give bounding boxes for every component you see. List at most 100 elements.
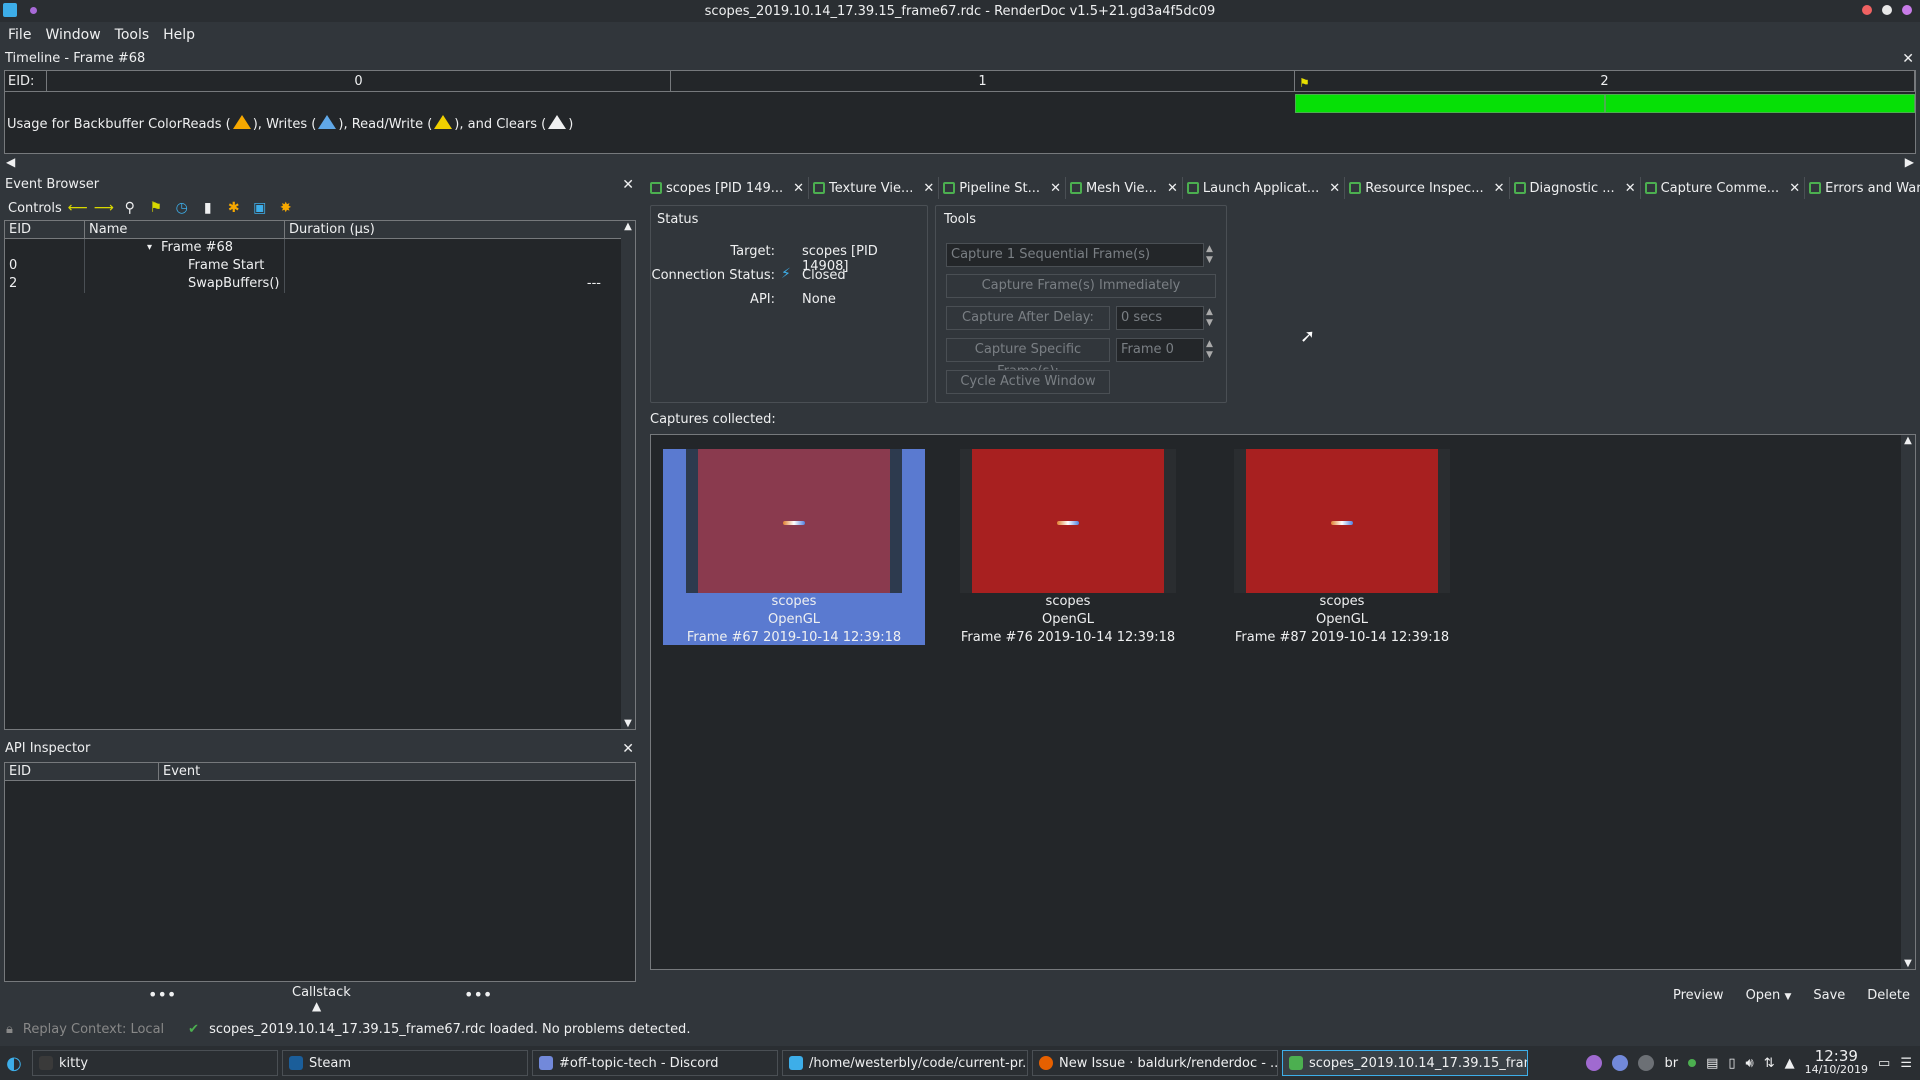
delay-field[interactable]: 0 secs <box>1116 306 1204 330</box>
app-launcher-icon[interactable]: ◐ <box>0 1049 28 1077</box>
event-tree-scrollbar[interactable]: ▲ ▼ <box>621 221 635 729</box>
capture-thumbnail[interactable]: scopes OpenGL Frame #76 2019-10-14 12:39… <box>937 449 1199 645</box>
tray-app-icon[interactable] <box>1586 1055 1603 1071</box>
event-row[interactable]: 0 Frame Start <box>5 257 635 275</box>
readwrite-triangle-icon <box>434 115 453 129</box>
bookmark-flag-icon[interactable]: ⚑ <box>146 199 166 217</box>
splitter-handle-icon[interactable]: ••• <box>148 985 176 1004</box>
tab-capture-connection[interactable]: scopes [PID 149... ✕ <box>646 177 810 199</box>
tab-errors-warnings[interactable]: Errors and Warni...✕ <box>1805 177 1920 199</box>
column-event[interactable]: Event <box>159 763 635 780</box>
tray-network-icon[interactable]: ⇅ <box>1764 1056 1775 1071</box>
task-renderdoc[interactable]: scopes_2019.10.14_17.39.15_fram... <box>1282 1050 1528 1076</box>
preview-button[interactable]: Preview <box>1673 985 1724 1007</box>
save-button[interactable]: Save <box>1813 985 1845 1007</box>
tray-status-icon[interactable] <box>1688 1059 1697 1067</box>
tab-close-icon[interactable]: ✕ <box>793 181 804 196</box>
capture-thumbnail[interactable]: scopes OpenGL Frame #87 2019-10-14 12:39… <box>1211 449 1473 645</box>
open-button[interactable]: Open ▼ <box>1746 985 1792 1007</box>
close-window-button[interactable] <box>1902 5 1912 15</box>
event-browser-dock-title: Event Browser ✕ <box>0 176 640 194</box>
tab-close-icon[interactable]: ✕ <box>1789 181 1800 196</box>
show-desktop-icon[interactable]: ▭ <box>1878 1056 1890 1071</box>
tab-close-icon[interactable]: ✕ <box>923 181 934 196</box>
timeline-close-icon[interactable]: ✕ <box>1902 50 1914 68</box>
event-row[interactable]: 2 SwapBuffers() --- <box>5 275 635 293</box>
event-row[interactable]: ▾ Frame #68 <box>5 239 635 257</box>
clock[interactable]: 12:39 14/10/2019 <box>1805 1049 1868 1077</box>
task-firefox[interactable]: New Issue · baldurk/renderdoc - ... <box>1032 1050 1278 1076</box>
column-eid[interactable]: EID <box>5 221 85 238</box>
tab-mesh-viewer[interactable]: Mesh Vie... ✕ <box>1066 177 1183 199</box>
arrow-right-icon[interactable]: ⟶ <box>94 199 114 217</box>
task-discord[interactable]: #off-topic-tech - Discord <box>532 1050 778 1076</box>
event-browser-close-icon[interactable]: ✕ <box>622 176 634 194</box>
asterisk-icon[interactable]: ✱ <box>224 199 244 217</box>
captures-scrollbar[interactable]: ▲ ▼ <box>1901 435 1915 969</box>
settings-icon[interactable]: ✸ <box>276 199 296 217</box>
column-duration[interactable]: Duration (µs) <box>285 221 621 238</box>
frame-stepper[interactable]: ▲ ▼ <box>1206 339 1213 361</box>
column-name[interactable]: Name <box>85 221 285 238</box>
tray-volume-icon[interactable]: 🔊︎ <box>1746 1056 1754 1071</box>
tab-close-icon[interactable]: ✕ <box>1625 181 1636 196</box>
dropdown-arrow-icon[interactable]: ▼ <box>1784 992 1791 1002</box>
scroll-right-icon[interactable]: ▶ <box>1905 155 1914 169</box>
timeline-hscrollbar[interactable]: ◀ ▶ <box>4 155 1916 169</box>
delay-stepper[interactable]: ▲ ▼ <box>1206 307 1213 329</box>
timer-icon[interactable]: ◷ <box>172 199 192 217</box>
task-steam[interactable]: Steam <box>282 1050 528 1076</box>
capture-specific-frames-button[interactable]: Capture Specific Frame(s): <box>946 338 1110 379</box>
column-eid[interactable]: EID <box>5 763 159 780</box>
tray-devices-icon[interactable]: ▯ <box>1728 1056 1735 1071</box>
arrow-left-icon[interactable]: ⟵ <box>68 199 88 217</box>
maximize-button[interactable] <box>1882 5 1892 15</box>
capture-after-delay-button[interactable]: Capture After Delay: <box>946 306 1110 330</box>
api-inspector-close-icon[interactable]: ✕ <box>622 740 634 758</box>
sequential-stepper[interactable]: ▲ ▼ <box>1206 244 1213 266</box>
pin-icon[interactable] <box>30 7 37 14</box>
stats-icon[interactable]: ▮ <box>198 199 218 217</box>
capture-immediately-button[interactable]: Capture Frame(s) Immediately <box>946 274 1216 298</box>
tab-close-icon[interactable]: ✕ <box>1050 181 1061 196</box>
task-kitty[interactable]: kitty <box>32 1050 278 1076</box>
callstack-label[interactable]: Callstack <box>292 985 351 1000</box>
tab-resource-inspector[interactable]: Resource Inspec... ✕ <box>1345 177 1510 199</box>
scroll-left-icon[interactable]: ◀ <box>6 155 15 169</box>
tab-close-icon[interactable]: ✕ <box>1167 181 1178 196</box>
timeline-panel[interactable]: EID: 0 1 ⚑ 2 Usage for Backbuffer ColorR… <box>4 70 1916 154</box>
save-icon[interactable]: ▣ <box>250 199 270 217</box>
menu-tools[interactable]: Tools <box>115 27 150 43</box>
splitter-handle-icon[interactable]: ••• <box>464 985 492 1004</box>
collapse-icon[interactable]: ▾ <box>147 239 152 257</box>
tray-discord-icon[interactable] <box>1612 1055 1629 1071</box>
tray-steam-icon[interactable] <box>1638 1055 1655 1071</box>
tab-pipeline-state[interactable]: Pipeline St... ✕ <box>939 177 1066 199</box>
menu-file[interactable]: File <box>8 27 31 43</box>
delete-button[interactable]: Delete <box>1867 985 1910 1007</box>
timeline-usage-bar[interactable] <box>1295 94 1605 113</box>
cycle-active-window-button[interactable]: Cycle Active Window <box>946 370 1110 394</box>
tab-diagnostic[interactable]: Diagnostic ... ✕ <box>1510 177 1641 199</box>
task-file-manager[interactable]: /home/westerbly/code/current-pr... <box>782 1050 1028 1076</box>
tab-texture-viewer[interactable]: Texture Vie... ✕ <box>809 177 940 199</box>
capture-thumbnail[interactable]: scopes OpenGL Frame #67 2019-10-14 12:39… <box>663 449 925 645</box>
tab-close-icon[interactable]: ✕ <box>1329 181 1340 196</box>
frame-field[interactable]: Frame 0 <box>1116 338 1204 362</box>
replay-context-label[interactable]: Replay Context: Local <box>23 1022 164 1037</box>
menu-window[interactable]: Window <box>45 27 100 43</box>
sequential-frames-field[interactable]: Capture 1 Sequential Frame(s) <box>946 243 1204 267</box>
menu-help[interactable]: Help <box>163 27 195 43</box>
tray-keyboard-layout[interactable]: br <box>1664 1056 1678 1071</box>
tray-expand-icon[interactable]: ▲ <box>1785 1056 1795 1071</box>
find-icon[interactable]: ⚲ <box>120 199 140 217</box>
minimize-button[interactable] <box>1862 5 1872 15</box>
check-icon: ✔ <box>188 1021 200 1037</box>
tray-menu-icon[interactable]: ☰ <box>1900 1056 1912 1071</box>
tab-launch-application[interactable]: Launch Applicat... ✕ <box>1183 177 1346 199</box>
tab-close-icon[interactable]: ✕ <box>1494 181 1505 196</box>
timeline-usage-bar[interactable] <box>1605 94 1915 113</box>
expand-up-icon[interactable]: ▲ <box>312 999 321 1013</box>
tab-capture-comments[interactable]: Capture Comme... ✕ <box>1641 177 1806 199</box>
tray-clipboard-icon[interactable]: ▤ <box>1706 1056 1718 1071</box>
